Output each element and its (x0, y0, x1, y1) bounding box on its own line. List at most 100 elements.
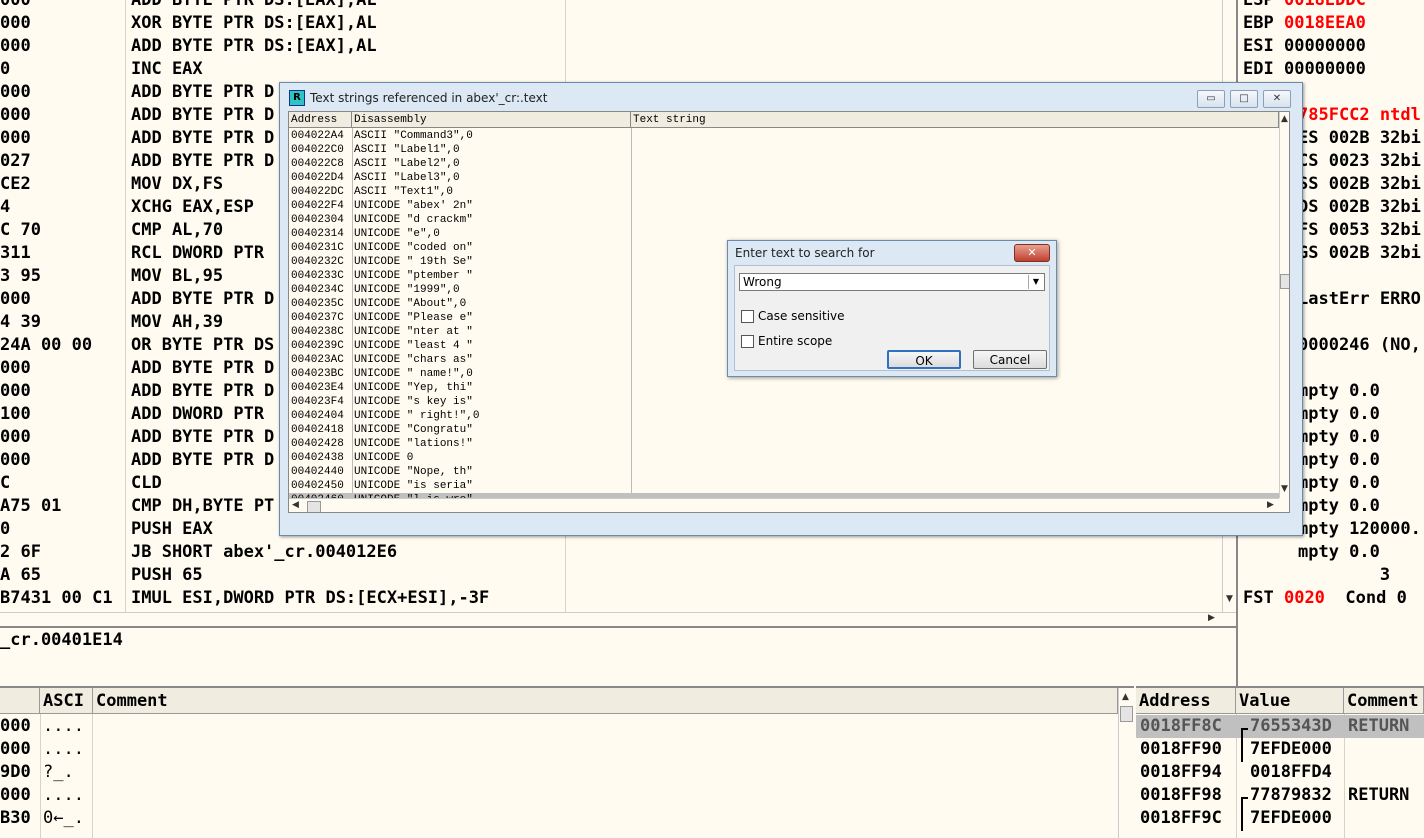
case-sensitive-label[interactable]: Case sensitive (758, 309, 845, 323)
text-string-column-header[interactable]: Text string (631, 112, 1279, 128)
register-row[interactable]: GS 002B 32bi (1298, 242, 1421, 265)
search-input[interactable]: Wrong ▼ (739, 273, 1045, 291)
disassembly-row[interactable]: B7431 00 C1 IMUL ESI,DWORD PTR DS:[ECX+ES… (0, 587, 1222, 610)
dump-comment-header[interactable]: Comment (93, 688, 1118, 714)
disassembly-hscrollbar[interactable]: ▶ (0, 612, 1236, 625)
stack-row[interactable]: 0018FF9C 7EFDE000 (1136, 807, 1424, 830)
string-row[interactable]: 00402404 UNICODE " right!",0 (289, 409, 1279, 423)
disassembly-row[interactable]: 000 ADD BYTE PTR DS:[EAX],AL (0, 0, 1222, 12)
close-icon[interactable]: ✕ (1014, 244, 1050, 262)
scroll-thumb[interactable] (307, 501, 321, 512)
dump-hex-cell[interactable]: 000 (0, 715, 31, 738)
stack-comment-header[interactable]: Comment (1344, 688, 1424, 714)
scroll-thumb[interactable] (1120, 706, 1133, 722)
string-row[interactable]: 00402438 UNICODE 0 (289, 451, 1279, 465)
register-row[interactable]: mpty 0.0 (1298, 426, 1380, 449)
register-row[interactable]: SS 002B 32bi (1298, 173, 1421, 196)
register-row[interactable]: mpty 0.0 (1298, 403, 1380, 426)
dump-hex-cell[interactable]: 9D0 (0, 761, 31, 784)
register-row[interactable]: mpty 0.0 (1298, 495, 1380, 518)
register-row[interactable]: 0000246 (NO, (1298, 334, 1421, 357)
register-row[interactable]: 3 (1298, 564, 1390, 587)
dump-hex-cell[interactable]: 000 (0, 784, 31, 807)
strings-scrollbar[interactable]: ▲ ▼ (1279, 112, 1289, 498)
register-row[interactable]: DS 002B 32bi (1298, 196, 1421, 219)
strings-hscrollbar[interactable]: ◀ ▶ (289, 498, 1279, 512)
disassembly-row[interactable]: A 65 PUSH 65 (0, 564, 1222, 587)
string-row[interactable]: 00402314 UNICODE "e",0 (289, 227, 1279, 241)
register-row[interactable]: mpty 0.0 (1298, 541, 1380, 564)
register-row[interactable]: mpty 120000. (1298, 518, 1421, 541)
address-column-header[interactable]: Address (289, 112, 352, 128)
disassembly-row[interactable]: 2 6F JB SHORT abex'_cr.004012E6 (0, 541, 1222, 564)
dump-pane[interactable]: ASCI Comment 000.... 000.... 9D0 ?_. 000....… (0, 686, 1134, 838)
register-row[interactable]: ESI 00000000 (1243, 35, 1366, 58)
entire-scope-checkbox[interactable] (741, 335, 754, 348)
ok-button[interactable]: OK (887, 350, 961, 369)
scroll-thumb[interactable] (1280, 274, 1289, 289)
chevron-down-icon[interactable]: ▼ (1028, 275, 1043, 289)
string-row[interactable]: 004022D4 ASCII "Label3",0 (289, 171, 1279, 185)
register-row[interactable]: EBP 0018EEA0 (1243, 12, 1366, 35)
stack-row[interactable]: 0018FF8C 7655343D RETURN (1136, 715, 1424, 738)
scroll-up-arrow-icon[interactable]: ▲ (1281, 114, 1288, 124)
register-row[interactable]: ES 002B 32bi (1298, 127, 1421, 150)
string-row[interactable]: 00402418 UNICODE "Congratu" (289, 423, 1279, 437)
register-row[interactable]: 785FCC2 ntdl (1298, 104, 1421, 127)
string-row[interactable]: 004022A4 ASCII "Command3",0 (289, 129, 1279, 143)
register-row[interactable]: FCW 137F Prec NE (1243, 610, 1417, 612)
dump-scrollbar[interactable]: ▲ (1118, 688, 1133, 838)
dump-ascii-cell[interactable]: .... (43, 738, 84, 761)
stack-row[interactable]: 0018FF90 7EFDE000 (1136, 738, 1424, 761)
stack-row[interactable]: 0018FF94 0018FFD4 (1136, 761, 1424, 784)
dump-ascii-cell[interactable]: 0←_. (43, 807, 84, 830)
case-sensitive-checkbox[interactable] (741, 310, 754, 323)
entire-scope-label[interactable]: Entire scope (758, 334, 832, 348)
register-row[interactable]: mpty 0.0 (1298, 380, 1380, 403)
close-icon[interactable]: ✕ (1263, 90, 1291, 108)
dump-hex-cell[interactable]: 000 (0, 738, 31, 761)
cancel-button[interactable]: Cancel (973, 350, 1047, 369)
string-row[interactable]: 004022C8 ASCII "Label2",0 (289, 157, 1279, 171)
dump-ascii-cell[interactable]: ?_. (43, 761, 74, 784)
scroll-up-arrow-icon[interactable]: ▲ (1122, 692, 1129, 702)
disassembly-row[interactable]: 000 XOR BYTE PTR DS:[EAX],AL (0, 12, 1222, 35)
scroll-down-arrow-icon[interactable]: ▼ (1281, 484, 1288, 494)
register-row[interactable]: ESP 0018EDDC (1243, 0, 1366, 12)
string-row[interactable]: 00402304 UNICODE "d crackm" (289, 213, 1279, 227)
scroll-down-arrow-icon[interactable]: ▼ (1226, 594, 1233, 604)
string-row[interactable]: 004022F4 UNICODE "abex' 2n" (289, 199, 1279, 213)
scroll-left-arrow-icon[interactable]: ◀ (292, 500, 299, 510)
dump-hex-cell[interactable]: B30 (0, 807, 31, 830)
scroll-right-arrow-icon[interactable]: ▶ (1208, 613, 1215, 623)
register-row[interactable]: FS 0053 32bi (1298, 219, 1421, 242)
register-row[interactable]: mpty 0.0 (1298, 472, 1380, 495)
string-row[interactable]: 004023F4 UNICODE "s key is" (289, 395, 1279, 409)
register-row[interactable]: FST 0020 Cond 0 (1243, 587, 1407, 610)
dump-ascii-cell[interactable]: .... (43, 715, 84, 738)
string-row[interactable]: 00402450 UNICODE "is seria" (289, 479, 1279, 493)
scroll-right-arrow-icon[interactable]: ▶ (1267, 500, 1274, 510)
register-row[interactable]: EDI 00000000 (1243, 58, 1366, 81)
disassembly-row[interactable]: 0 INC EAX (0, 58, 1222, 81)
stack-value-header[interactable]: Value (1236, 688, 1344, 714)
dump-ascii-cell[interactable]: .... (43, 784, 84, 807)
disassembly-column-header[interactable]: Disassembly (352, 112, 631, 128)
stack-address-header[interactable]: Address (1136, 688, 1236, 714)
minimize-icon[interactable]: ▭ (1197, 90, 1225, 108)
register-row[interactable]: mpty 0.0 (1298, 449, 1380, 472)
dump-ascii-header[interactable]: ASCI (40, 688, 93, 714)
stack-row[interactable]: 0018FF98 77879832 RETURN (1136, 784, 1424, 807)
string-row[interactable]: 004022C0 ASCII "Label1",0 (289, 143, 1279, 157)
disassembly-row[interactable]: 000 ADD BYTE PTR DS:[EAX],AL (0, 35, 1222, 58)
string-row[interactable]: 00402440 UNICODE "Nope, th" (289, 465, 1279, 479)
dump-hex-header[interactable] (0, 688, 40, 714)
search-dialog[interactable]: Enter text to search for ✕ Wrong ▼ Case … (727, 240, 1057, 377)
register-row[interactable]: CS 0023 32bi (1298, 150, 1421, 173)
string-row[interactable]: 004022DC ASCII "Text1",0 (289, 185, 1279, 199)
string-row[interactable]: 004023E4 UNICODE "Yep, thi" (289, 381, 1279, 395)
register-row[interactable]: LastErr ERRO (1298, 288, 1421, 311)
stack-pane[interactable]: Address Value Comment 0018FF8C 7655343D RE… (1136, 686, 1424, 838)
search-input-value[interactable]: Wrong (743, 275, 782, 289)
string-row[interactable]: 00402428 UNICODE "lations!" (289, 437, 1279, 451)
